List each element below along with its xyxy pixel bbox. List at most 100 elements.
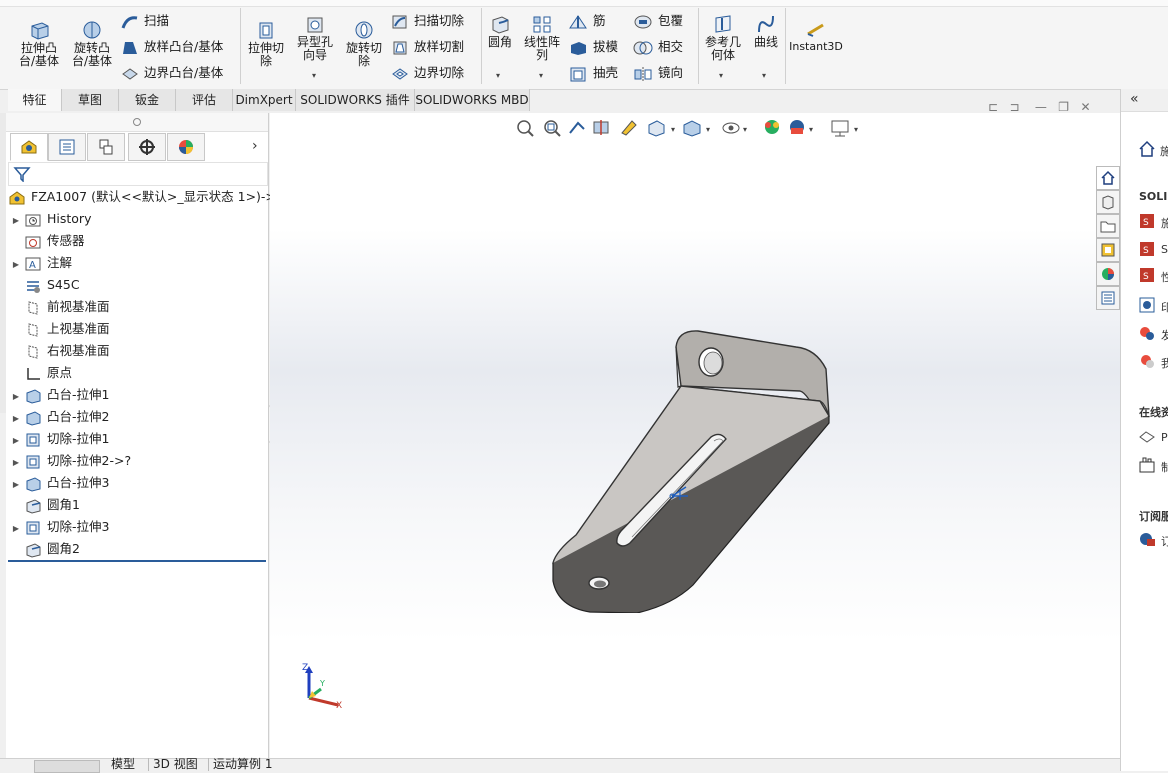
print-icon[interactable]: [1138, 296, 1156, 314]
view-orientation-dropdown-icon[interactable]: ▾: [671, 125, 675, 134]
previous-view-icon[interactable]: [569, 121, 585, 134]
linear-pattern-dropdown-icon[interactable]: ▾: [539, 71, 543, 80]
publish-icon[interactable]: [1138, 324, 1156, 342]
tab-3d-views[interactable]: 3D 视图: [148, 758, 198, 771]
tree-item-origin[interactable]: 原点: [8, 362, 72, 384]
tab-evaluate[interactable]: 评估: [176, 89, 233, 111]
tab-scroll-buttons[interactable]: [34, 760, 100, 773]
tab-sketch[interactable]: 草图: [62, 89, 119, 111]
task-pane-item[interactable]: 印: [1161, 299, 1168, 315]
tree-item-cut-extrude1[interactable]: ▶ 切除-拉伸1: [8, 428, 109, 450]
part-model[interactable]: [520, 323, 840, 613]
section-view-icon[interactable]: [593, 120, 609, 135]
shell-button[interactable]: 抽壳: [568, 63, 618, 83]
tab-feature-tree[interactable]: [10, 133, 48, 161]
tree-root-part[interactable]: FZA1007 (默认<<默认>_显示状态 1>)->?: [8, 186, 283, 208]
view-palette-tab[interactable]: [1096, 238, 1120, 262]
panel-tabs-more-icon[interactable]: ›: [252, 138, 258, 154]
tree-item-front-plane[interactable]: 前视基准面: [8, 296, 110, 318]
tab-solidworks-addins[interactable]: SOLIDWORKS 插件: [296, 89, 415, 111]
my-products-icon[interactable]: [1138, 352, 1156, 370]
minimize-icon[interactable]: —: [1035, 100, 1047, 114]
expand-arrow-icon[interactable]: ▶: [8, 408, 24, 430]
lofted-cut-button[interactable]: 放样切割: [391, 37, 464, 57]
tab-display-manager[interactable]: [167, 133, 205, 161]
partner-icon[interactable]: [1138, 428, 1156, 446]
view-settings-icon[interactable]: [831, 120, 849, 137]
performance-icon[interactable]: S: [1138, 266, 1156, 284]
appearances-tab[interactable]: [1096, 262, 1120, 286]
tile-left-icon[interactable]: ⊏: [988, 100, 998, 114]
apply-scene-icon[interactable]: [790, 120, 804, 134]
tab-sheet-metal[interactable]: 钣金: [119, 89, 176, 111]
design-library-tab[interactable]: [1096, 190, 1120, 214]
tab-model[interactable]: 模型: [111, 758, 135, 771]
tree-item-fillet1[interactable]: 圆角1: [8, 494, 80, 516]
tab-solidworks-mbd[interactable]: SOLIDWORKS MBD: [415, 89, 530, 111]
tile-right-icon[interactable]: ⊐: [1010, 100, 1020, 114]
expand-arrow-icon[interactable]: ▶: [8, 386, 24, 408]
expand-arrow-icon[interactable]: ▶: [8, 518, 24, 540]
task-pane-item[interactable]: 性: [1161, 269, 1168, 285]
custom-properties-tab[interactable]: [1096, 286, 1120, 310]
rib-button[interactable]: 筋: [568, 11, 606, 31]
curves-dropdown-icon[interactable]: ▾: [762, 71, 766, 80]
tree-item-cut-extrude2[interactable]: ▶ 切除-拉伸2->?: [8, 450, 131, 472]
rollback-bar[interactable]: [8, 560, 266, 562]
expand-arrow-icon[interactable]: ▶: [8, 452, 24, 474]
hole-wizard-button[interactable]: 异型孔 向导: [292, 14, 338, 62]
tab-dimxpert[interactable]: DimXpert: [233, 89, 296, 111]
wrap-button[interactable]: 包覆: [633, 11, 683, 31]
subscription-icon[interactable]: [1138, 530, 1156, 548]
sweep-button[interactable]: 扫描: [121, 11, 169, 31]
tab-dimxpert-manager[interactable]: [128, 133, 166, 161]
mirror-button[interactable]: 镜向: [633, 63, 683, 83]
dynamic-annotation-icon[interactable]: [621, 120, 637, 136]
edit-appearance-icon[interactable]: [765, 120, 779, 134]
fillet-button[interactable]: 圆角: [484, 14, 516, 49]
hide-show-items-icon[interactable]: [722, 122, 740, 134]
solidworks-icon[interactable]: S: [1138, 240, 1156, 258]
task-pane-item[interactable]: S: [1161, 243, 1168, 256]
view-settings-dropdown-icon[interactable]: ▾: [854, 125, 858, 134]
extrude-cut-button[interactable]: 拉伸切 除: [244, 20, 288, 68]
instant3d-button[interactable]: Instant3D: [788, 22, 844, 53]
hole-wizard-dropdown-icon[interactable]: ▾: [312, 71, 316, 80]
tree-item-top-plane[interactable]: 上视基准面: [8, 318, 110, 340]
task-pane-item[interactable]: 我: [1161, 355, 1168, 371]
tree-item-right-plane[interactable]: 右视基准面: [8, 340, 110, 362]
task-pane-item[interactable]: P: [1161, 431, 1168, 444]
curves-button[interactable]: 曲线: [750, 14, 782, 49]
display-style-icon[interactable]: [683, 120, 701, 137]
display-style-dropdown-icon[interactable]: ▾: [706, 125, 710, 134]
tree-item-sensors[interactable]: 传感器: [8, 230, 85, 252]
task-pane-item[interactable]: 制: [1161, 459, 1168, 475]
tools-icon[interactable]: S: [1138, 212, 1156, 230]
tab-configuration-manager[interactable]: [87, 133, 125, 161]
intersect-button[interactable]: 相交: [633, 37, 683, 57]
linear-pattern-button[interactable]: 线性阵 列: [520, 14, 564, 62]
tree-item-material[interactable]: S45C: [8, 274, 80, 296]
swept-cut-button[interactable]: 扫描切除: [391, 11, 464, 31]
tree-item-fillet2[interactable]: 圆角2: [8, 538, 80, 560]
tree-filter-bar[interactable]: [8, 162, 268, 186]
reference-geometry-dropdown-icon[interactable]: ▾: [719, 71, 723, 80]
task-pane-item[interactable]: 发: [1161, 327, 1168, 343]
tree-item-annotations[interactable]: ▶ A 注解: [8, 252, 72, 274]
task-pane-item[interactable]: 施: [1161, 215, 1168, 231]
reference-geometry-button[interactable]: 参考几 何体: [700, 14, 746, 62]
tab-motion-study[interactable]: 运动算例 1: [208, 758, 272, 771]
draft-button[interactable]: 拔模: [568, 37, 618, 57]
manufacturing-icon[interactable]: [1138, 456, 1156, 474]
expand-arrow-icon[interactable]: ▶: [8, 254, 24, 276]
extrude-boss-button[interactable]: 拉伸凸 台/基体: [16, 20, 62, 68]
tree-item-boss-extrude3[interactable]: ▶ 凸台-拉伸3: [8, 472, 109, 494]
tab-property-manager[interactable]: [48, 133, 86, 161]
home-icon[interactable]: [1138, 140, 1156, 158]
expand-arrow-icon[interactable]: ▶: [8, 430, 24, 452]
solidworks-resources-tab[interactable]: [1096, 166, 1120, 190]
fillet-dropdown-icon[interactable]: ▾: [496, 71, 500, 80]
view-orientation-icon[interactable]: [648, 120, 665, 137]
panel-grip-icon[interactable]: [133, 118, 141, 126]
revolve-boss-button[interactable]: 旋转凸 台/基体: [69, 20, 115, 68]
